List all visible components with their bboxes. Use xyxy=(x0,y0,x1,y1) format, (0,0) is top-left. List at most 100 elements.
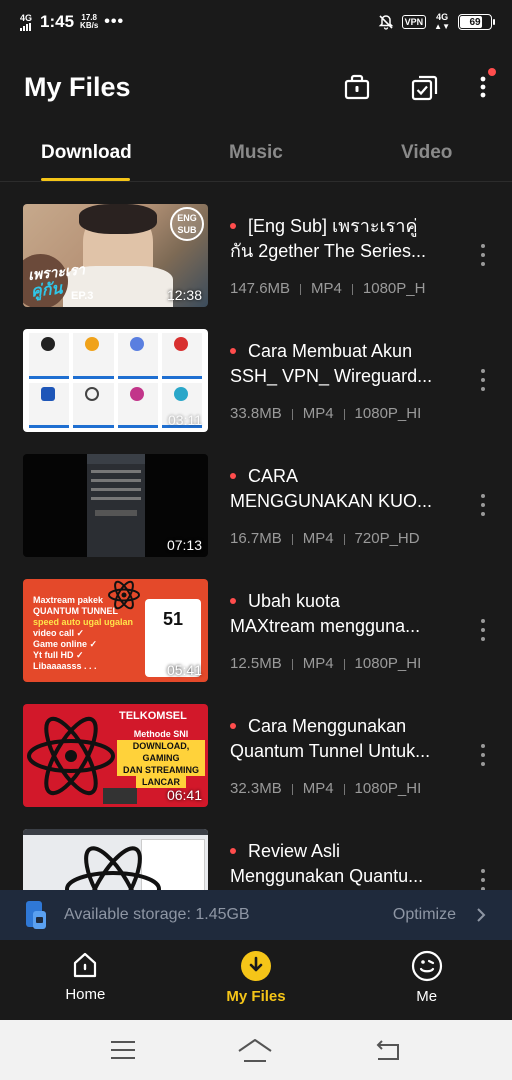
app-header: My Files xyxy=(24,62,496,112)
nav-my-files-label: My Files xyxy=(226,988,286,1005)
page-title: My Files xyxy=(24,71,131,102)
item-more-icon[interactable] xyxy=(480,244,486,266)
file-title-line-1: Cara Membuat Akun xyxy=(230,339,450,364)
select-button[interactable] xyxy=(410,72,440,102)
video-duration: 12:38 xyxy=(166,287,202,303)
file-title-line-1: Review Asli xyxy=(230,839,450,864)
lock-box-icon xyxy=(344,74,370,100)
network-speed: 17.8 KB/s xyxy=(80,13,99,30)
home-system-icon[interactable] xyxy=(237,1037,273,1063)
video-thumbnail[interactable]: TELKOMSEL Methode SNI DOWNLOAD, GAMING D… xyxy=(23,704,208,807)
file-title-line-1: CARA xyxy=(230,464,450,489)
file-size: 33.8MB xyxy=(230,405,282,422)
file-info: 16.7MB MP4 720P_HD xyxy=(230,530,444,547)
file-meta: Cara Membuat Akun SSH_ VPN_ Wireguard...… xyxy=(230,339,450,422)
file-info: 32.3MB MP4 1080P_HI xyxy=(230,780,444,797)
network-type: 4G xyxy=(20,12,33,23)
file-size: 32.3MB xyxy=(230,780,282,797)
tab-download[interactable]: Download xyxy=(41,142,132,164)
item-more-icon[interactable] xyxy=(480,619,486,641)
tab-bar: Download Music Video xyxy=(0,130,512,182)
file-title-line-2: Quantum Tunnel Untuk... xyxy=(230,741,431,761)
file-title-line-2: MAXtream mengguna... xyxy=(230,616,421,636)
item-more-icon[interactable] xyxy=(480,494,486,516)
battery-icon: 69 xyxy=(458,14,495,30)
system-navigation-bar xyxy=(0,1020,512,1080)
file-meta: [Eng Sub] เพราะเราคู่ กัน 2gether The Se… xyxy=(230,214,450,297)
new-indicator-dot xyxy=(230,222,236,229)
thumb-text-line: DAN STREAMING xyxy=(117,764,205,776)
more-notifications-icon: ••• xyxy=(104,13,125,30)
video-thumbnail[interactable]: ENG SUB เพราะเรา คู่กัน EP.3 12:38 xyxy=(23,204,208,307)
video-thumbnail[interactable] xyxy=(23,829,208,890)
thumb-text-line: DOWNLOAD, GAMING xyxy=(117,740,205,764)
file-meta: Review Asli Menggunakan Quantu... xyxy=(230,839,450,889)
video-thumbnail[interactable]: 03:11 xyxy=(23,329,208,432)
list-item[interactable]: 03:11 Cara Membuat Akun SSH_ VPN_ Wiregu… xyxy=(0,315,512,440)
list-item[interactable]: TELKOMSEL Methode SNI DOWNLOAD, GAMING D… xyxy=(0,690,512,815)
tab-music[interactable]: Music xyxy=(229,142,283,164)
brand-label: TELKOMSEL xyxy=(119,710,187,722)
video-duration: 03:11 xyxy=(168,412,202,428)
item-more-icon[interactable] xyxy=(480,744,486,766)
nav-my-files[interactable]: My Files xyxy=(171,940,342,1020)
mobile-data-indicator: 4G ▲▼ xyxy=(434,12,450,32)
atom-icon xyxy=(65,846,161,890)
file-meta: CARA MENGGUNAKAN KUO... 16.7MB MP4 720P_HD xyxy=(230,464,450,547)
thumb-text-line: Methode SNI xyxy=(133,729,189,739)
file-quality: 1080P_HI xyxy=(354,405,422,422)
thumb-text-line: Libaaaasss . . . xyxy=(33,661,97,671)
file-format: MP4 xyxy=(302,530,334,547)
file-size: 12.5MB xyxy=(230,655,282,672)
nav-home[interactable]: Home xyxy=(0,940,171,1020)
file-format: MP4 xyxy=(302,780,334,797)
video-thumbnail[interactable]: 07:13 xyxy=(23,454,208,557)
storage-banner[interactable]: Available storage: 1.45GB Optimize xyxy=(0,890,512,940)
file-quality: 1080P_HI xyxy=(354,655,422,672)
list-item[interactable]: Maxtream pakek QUANTUM TUNNEL speed auto… xyxy=(0,565,512,690)
nav-me[interactable]: Me xyxy=(341,940,512,1020)
private-folder-button[interactable] xyxy=(342,72,372,102)
video-thumbnail[interactable]: Maxtream pakek QUANTUM TUNNEL speed auto… xyxy=(23,579,208,682)
download-circle-icon xyxy=(241,951,271,981)
optimize-button[interactable]: Optimize xyxy=(393,906,456,924)
status-bar: 4G 1:45 17.8 KB/s ••• VPN 4G ▲▼ 69 xyxy=(0,0,512,44)
vpn-badge: VPN xyxy=(401,15,427,29)
back-icon[interactable] xyxy=(374,1039,402,1061)
list-item[interactable]: ENG SUB เพราะเรา คู่กัน EP.3 12:38 [Eng S… xyxy=(0,190,512,315)
thumb-text-line: Maxtream pakek xyxy=(33,595,104,605)
list-item[interactable]: 07:13 CARA MENGGUNAKAN KUO... 16.7MB MP4 7… xyxy=(0,440,512,565)
item-more-icon[interactable] xyxy=(480,869,486,890)
thumb-text-line: speed auto ugal ugalan xyxy=(33,617,134,627)
file-title-line-2: Menggunakan Quantu... xyxy=(230,866,424,886)
tab-video[interactable]: Video xyxy=(401,142,452,164)
notification-dot xyxy=(488,68,496,76)
active-tab-indicator xyxy=(41,178,130,181)
item-more-icon[interactable] xyxy=(480,369,486,391)
file-size: 16.7MB xyxy=(230,530,282,547)
more-options-button[interactable] xyxy=(478,68,496,102)
thumb-text-line: Game online ✓ xyxy=(33,639,98,649)
new-indicator-dot xyxy=(230,722,236,729)
file-format: MP4 xyxy=(311,280,342,297)
list-item[interactable]: Review Asli Menggunakan Quantu... xyxy=(0,815,512,890)
clock: 1:45 xyxy=(40,12,75,31)
file-size: 147.6MB xyxy=(230,280,291,297)
nav-me-label: Me xyxy=(416,988,438,1005)
more-vertical-icon xyxy=(480,76,486,98)
file-title-line-2: SSH_ VPN_ Wireguard... xyxy=(230,366,433,386)
file-info: 12.5MB MP4 1080P_HI xyxy=(230,655,444,672)
file-format: MP4 xyxy=(302,655,334,672)
video-duration: 05:41 xyxy=(166,662,202,678)
new-indicator-dot xyxy=(230,597,236,604)
home-icon xyxy=(74,952,97,978)
new-indicator-dot xyxy=(230,347,236,354)
file-info: 147.6MB MP4 1080P_H xyxy=(230,280,444,297)
recent-apps-icon[interactable] xyxy=(110,1040,136,1060)
new-indicator-dot xyxy=(230,847,236,854)
signal-icon xyxy=(20,22,32,31)
nav-home-label: Home xyxy=(65,986,106,1003)
download-list[interactable]: ENG SUB เพราะเรา คู่กัน EP.3 12:38 [Eng S… xyxy=(0,190,512,890)
chevron-right-icon xyxy=(477,908,486,922)
speed-reading: 51 xyxy=(162,609,184,629)
